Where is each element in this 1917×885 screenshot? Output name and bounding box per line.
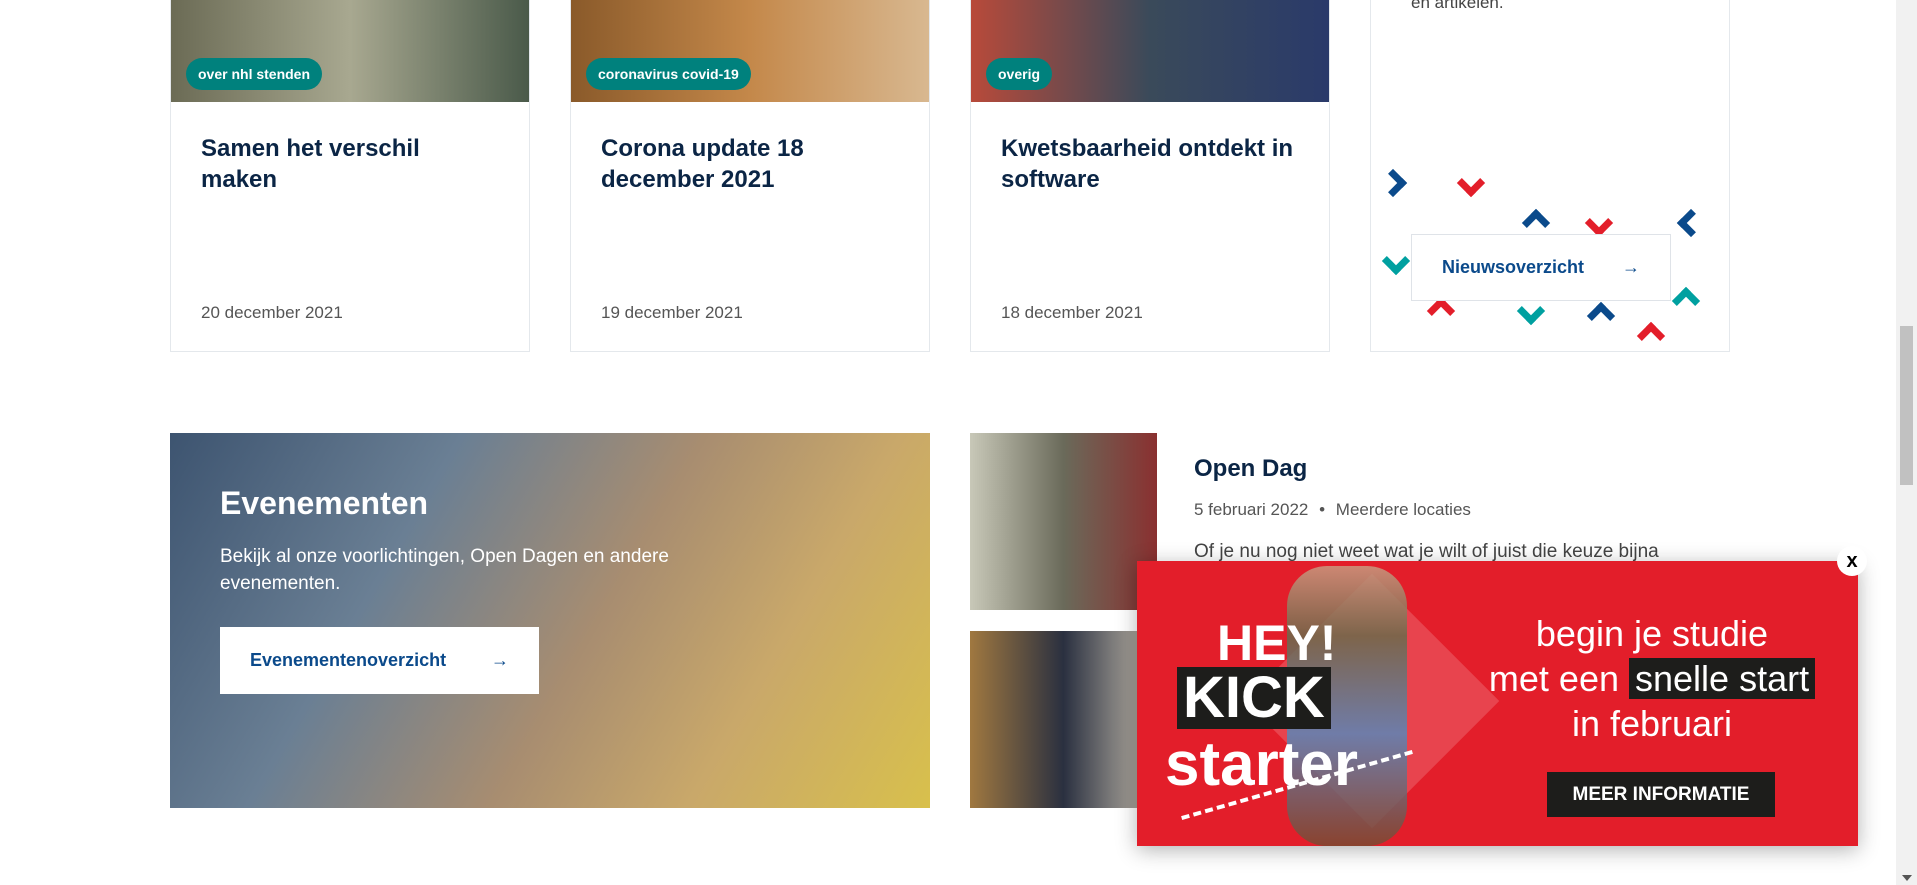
popup-line-2: met een snelle start	[1487, 656, 1817, 701]
news-card[interactable]: over nhl stenden Samen het verschil make…	[170, 0, 530, 352]
chevron-pattern-icon	[1381, 246, 1411, 276]
hey-text: HEY!	[1217, 615, 1337, 671]
events-overview-label: Evenementenoverzicht	[250, 650, 447, 670]
scrollbar[interactable]	[1896, 0, 1917, 885]
event-description: Of je nu nog niet weet wat je wilt of ju…	[1194, 541, 1659, 562]
news-date: 19 december 2021	[601, 303, 743, 322]
chevron-pattern-icon	[1676, 208, 1706, 238]
close-popup-button[interactable]: x	[1837, 546, 1867, 576]
news-tag[interactable]: overig	[986, 58, 1053, 90]
chevron-pattern-icon	[1671, 286, 1701, 316]
chevron-pattern-icon	[1516, 296, 1546, 326]
arrow-right-icon: →	[491, 650, 509, 670]
kick-text: KICK	[1177, 667, 1331, 729]
meer-informatie-button[interactable]: MEER INFORMATIE	[1547, 772, 1775, 817]
starter-text: starter	[1165, 730, 1358, 799]
popup-line-3: in februari	[1571, 703, 1733, 744]
chevron-pattern-icon	[1584, 208, 1614, 238]
news-overview-button[interactable]: Nieuwsoverzicht →	[1411, 234, 1671, 301]
event-title[interactable]: Open Dag	[1194, 455, 1307, 483]
news-tag[interactable]: over nhl stenden	[186, 58, 323, 90]
chevron-pattern-icon	[1636, 321, 1666, 351]
news-card[interactable]: overig Kwetsbaarheid ontdekt in software…	[970, 0, 1330, 352]
events-overview-button[interactable]: Evenementenoverzicht →	[220, 627, 539, 694]
arrow-right-icon: →	[1622, 257, 1640, 277]
news-card[interactable]: coronavirus covid-19 Corona update 18 de…	[570, 0, 930, 352]
scroll-down-arrow-icon[interactable]	[1902, 875, 1912, 881]
news-title[interactable]: Corona update 18 december 2021	[601, 133, 899, 195]
popup-line-2a: met een	[1488, 658, 1619, 699]
chevron-pattern-icon	[1456, 168, 1486, 198]
chevron-pattern-icon	[1586, 301, 1616, 331]
event-thumbnail[interactable]	[970, 631, 1157, 808]
event-date: 5 februari 2022	[1194, 500, 1309, 519]
event-meta: 5 februari 2022 • Meerdere locaties	[1194, 500, 1471, 520]
popup-line-1: begin je studie	[1535, 613, 1769, 654]
event-location: Meerdere locaties	[1335, 500, 1471, 519]
popup-headline: begin je studie met een snelle start in …	[1487, 611, 1817, 746]
news-title[interactable]: Kwetsbaarheid ontdekt in software	[1001, 133, 1299, 195]
popup-line-2b: snelle start	[1629, 658, 1816, 699]
news-title[interactable]: Samen het verschil maken	[201, 133, 499, 195]
events-text: Bekijk al onze voorlichtingen, Open Dage…	[220, 546, 669, 594]
news-tag[interactable]: coronavirus covid-19	[586, 58, 751, 90]
promo-text: en artikelen.	[1411, 0, 1504, 12]
scrollbar-thumb[interactable]	[1900, 326, 1913, 485]
news-date: 18 december 2021	[1001, 303, 1143, 322]
event-thumbnail[interactable]	[970, 433, 1157, 610]
bullet-separator: •	[1319, 500, 1326, 519]
chevron-pattern-icon	[1521, 208, 1551, 238]
news-date: 20 december 2021	[201, 303, 343, 322]
news-overview-label: Nieuwsoverzicht	[1442, 257, 1585, 277]
events-banner: Evenementen Bekijk al onze voorlichtinge…	[170, 433, 930, 808]
chevron-pattern-icon	[1378, 168, 1408, 198]
kickstarter-popup[interactable]: HEY! KICK starter begin je studie met ee…	[1137, 561, 1858, 846]
chevron-pattern-icon	[1426, 296, 1456, 326]
events-title: Evenementen	[220, 485, 429, 521]
